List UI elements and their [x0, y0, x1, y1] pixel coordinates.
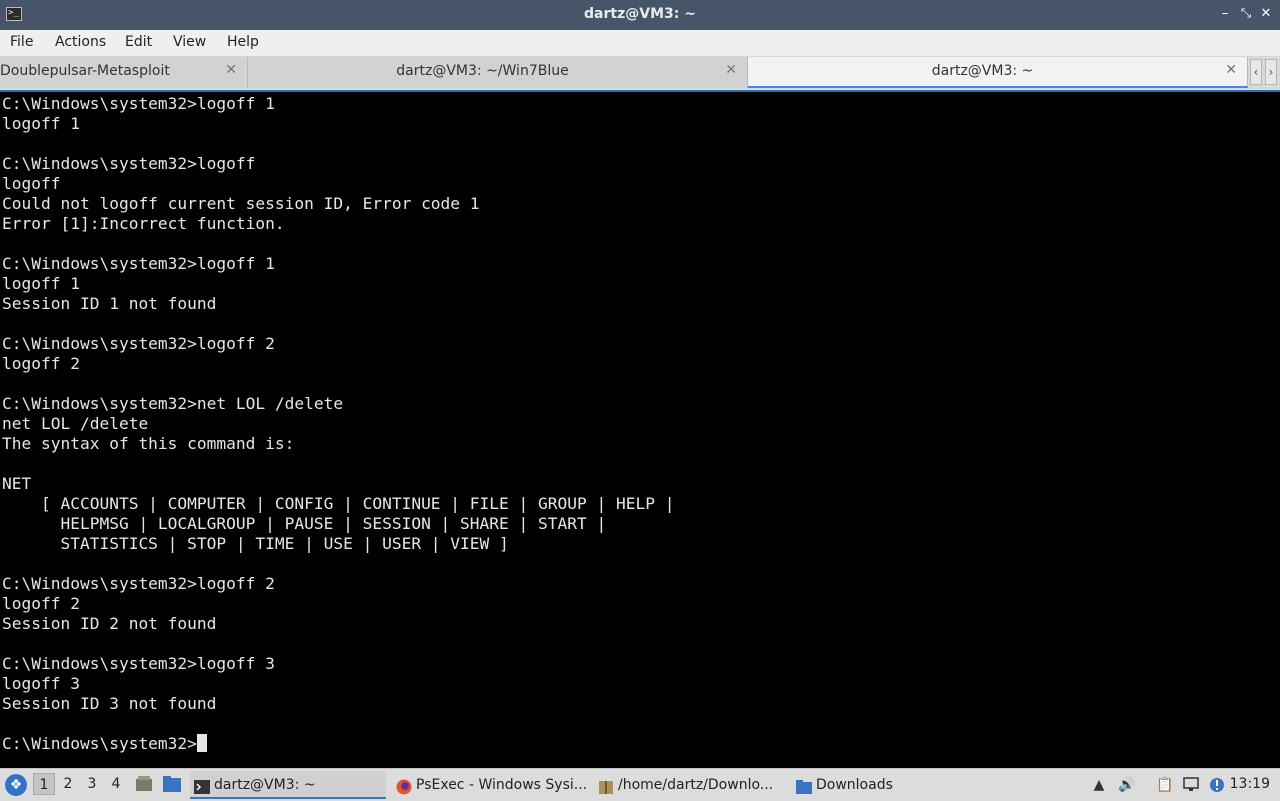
terminal-line: logoff 1 [2, 114, 80, 133]
terminal-line: Session ID 3 not found [2, 694, 217, 713]
menu-help[interactable]: Help [225, 34, 261, 50]
terminal-line: logoff 2 [2, 594, 80, 613]
tab-scroll-right-icon[interactable]: › [1265, 59, 1277, 85]
maximize-button[interactable]: ⤡ [1237, 5, 1255, 23]
folder-icon [796, 777, 812, 794]
terminal-line: C:\Windows\system32>logoff 3 [2, 654, 275, 673]
tray-expand-icon[interactable]: ▲ [1090, 776, 1108, 794]
task-firefox[interactable]: PsExec - Windows Sysi... [392, 771, 588, 799]
menu-edit[interactable]: Edit [123, 34, 154, 50]
terminal-line: logoff [2, 174, 61, 193]
tab-close-icon[interactable]: ✕ [1225, 62, 1237, 78]
terminal-line: Session ID 2 not found [2, 614, 217, 633]
task-downloads[interactable]: Downloads [792, 771, 972, 799]
desktop-2-button[interactable]: 2 [57, 773, 79, 795]
show-desktop-icon[interactable] [134, 775, 154, 793]
task-label: PsExec - Windows Sysi... [416, 777, 588, 793]
terminal-line: NET [2, 474, 32, 493]
tab-home[interactable]: dartz@VM3: ~ ✕ [748, 57, 1248, 88]
network-icon[interactable] [1182, 776, 1200, 794]
clipboard-icon[interactable]: 📋 [1156, 776, 1174, 794]
terminal-cursor [196, 734, 207, 752]
archive-icon [598, 777, 614, 794]
terminal-line: C:\Windows\system32>logoff 2 [2, 574, 275, 593]
desktop-1-button[interactable]: 1 [33, 773, 55, 795]
window-title: dartz@VM3: ~ [584, 6, 696, 22]
tab-label: Doublepulsar-Metasploit [0, 63, 170, 79]
tab-close-icon[interactable]: ✕ [225, 62, 237, 78]
task-label: Downloads [816, 777, 893, 793]
tab-bar: Doublepulsar-Metasploit ✕ dartz@VM3: ~/W… [0, 57, 1280, 90]
tab-scroll-left-icon[interactable]: ‹ [1250, 59, 1262, 85]
task-archive[interactable]: /home/dartz/Downlo... [594, 771, 786, 799]
tab-win7blue[interactable]: dartz@VM3: ~/Win7Blue ✕ [248, 57, 748, 88]
terminal-prompt: C:\Windows\system32> [2, 734, 197, 753]
terminal-line: C:\Windows\system32>logoff 1 [2, 254, 275, 273]
terminal-line: Could not logoff current session ID, Err… [2, 194, 480, 213]
window-titlebar[interactable]: >_ dartz@VM3: ~ – ⤡ ✕ [0, 0, 1280, 31]
tab-close-icon[interactable]: ✕ [725, 62, 737, 78]
menu-bar: File Actions Edit View Help [0, 30, 1280, 57]
clock[interactable]: 13:19 [1230, 776, 1270, 792]
volume-icon[interactable]: 🔊 [1118, 776, 1136, 794]
terminal-line: logoff 1 [2, 274, 80, 293]
terminal-line: [ ACCOUNTS | COMPUTER | CONFIG | CONTINU… [2, 494, 675, 513]
task-terminal[interactable]: dartz@VM3: ~ [190, 771, 386, 799]
terminal-line: C:\Windows\system32>logoff 1 [2, 94, 275, 113]
terminal-line: C:\Windows\system32>logoff [2, 154, 256, 173]
terminal-line: logoff 3 [2, 674, 80, 693]
terminal-line: net LOL /delete [2, 414, 149, 433]
desktop-4-button[interactable]: 4 [105, 773, 127, 795]
close-button[interactable]: ✕ [1257, 5, 1275, 23]
terminal-line: The syntax of this command is: [2, 434, 295, 453]
terminal-line: logoff 2 [2, 354, 80, 373]
terminal-line: STATISTICS | STOP | TIME | USE | USER | … [2, 534, 509, 553]
menu-actions[interactable]: Actions [53, 34, 108, 50]
terminal-icon [194, 777, 210, 794]
menu-file[interactable]: File [8, 34, 35, 50]
minimize-button[interactable]: – [1216, 5, 1234, 23]
tab-label: dartz@VM3: ~/Win7Blue [396, 63, 569, 79]
menu-view[interactable]: View [171, 34, 208, 50]
terminal-output: C:\Windows\system32>logoff 1 logoff 1 C:… [0, 92, 1280, 754]
task-label: dartz@VM3: ~ [214, 777, 316, 793]
taskbar: ❖ 1 2 3 4 dartz@VM3: ~ PsExec - Windows … [0, 768, 1280, 801]
terminal-line: C:\Windows\system32>net LOL /delete [2, 394, 344, 413]
terminal-view[interactable]: C:\Windows\system32>logoff 1 logoff 1 C:… [0, 90, 1280, 768]
terminal-line: Session ID 1 not found [2, 294, 217, 313]
tab-label: dartz@VM3: ~ [931, 63, 1034, 79]
file-manager-launcher-icon[interactable] [162, 775, 182, 793]
desktop-3-button[interactable]: 3 [81, 773, 103, 795]
notification-icon[interactable] [1208, 776, 1226, 794]
terminal-line: HELPMSG | LOCALGROUP | PAUSE | SESSION |… [2, 514, 607, 533]
start-menu-icon[interactable]: ❖ [5, 774, 27, 796]
terminal-line: Error [1]:Incorrect function. [2, 214, 285, 233]
terminal-line: C:\Windows\system32>logoff 2 [2, 334, 275, 353]
task-label: /home/dartz/Downlo... [618, 777, 774, 793]
tab-doublepulsar[interactable]: Doublepulsar-Metasploit ✕ [0, 57, 248, 88]
firefox-icon [396, 777, 412, 795]
